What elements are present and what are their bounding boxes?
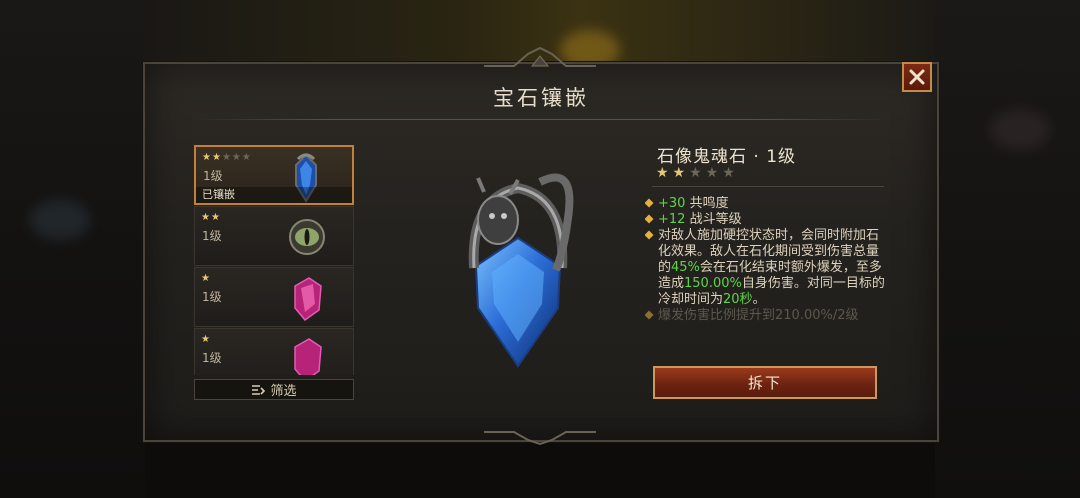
gem-star-rating: ★★★★★ [656,165,739,181]
green-eye-gem-icon [289,219,325,255]
diamond-bullet-icon [645,230,654,240]
gem-list[interactable]: ★★★★★ 1级 已镶嵌 ★★ 1级 ★ 1级 ★ 1级 [194,145,354,375]
pink-crystal-gem-icon [294,277,322,322]
gem-name: 石像鬼魂石 · 1级 [657,147,797,167]
close-button[interactable] [902,62,932,92]
panel-top-ornament [484,46,596,67]
effect-text: 150.00% [684,276,742,291]
effect-text: 共鸣度 [685,196,729,211]
effect-text: 爆发伤害比例提升到210.00%/2级 [658,308,859,323]
gem-effect-row: +12 战斗等级 [645,212,885,228]
effect-text: 战斗等级 [685,212,742,227]
gem-effect-row: +30 共鸣度 [645,196,885,212]
filter-icon [252,384,266,395]
background-glow [30,200,90,240]
gem-list-item[interactable]: ★★★★★ 1级 已镶嵌 [194,145,354,205]
effect-text: 45% [671,260,700,275]
gem-level: 1级 [203,169,223,183]
gem-effects-list[interactable]: +30 共鸣度 +12 战斗等级 对敌人施加硬控状态时，会同时附加石化效果。敌人在石… [645,196,885,346]
diamond-bullet-icon [645,310,654,320]
background-right [935,0,1080,498]
gem-effect-row: 爆发伤害比例提升到210.00%/2级 [645,308,885,324]
effect-text: +12 [658,212,686,227]
dialog-title: 宝石镶嵌 [493,86,589,110]
gem-stars: ★★★★★ [202,152,252,163]
gargoyle-soulstone-icon [468,173,574,368]
diamond-bullet-icon [645,198,654,208]
gem-list-item[interactable]: ★ 1级 [194,267,354,327]
filter-button[interactable]: 筛选 [194,379,354,400]
gem-level: 1级 [202,351,222,365]
gem-list-item[interactable]: ★ 1级 [194,328,354,375]
diamond-bullet-icon [645,214,654,224]
title-divider [196,119,886,120]
close-icon [909,69,925,85]
gem-level: 1级 [202,229,222,243]
gem-stars: ★★ [201,212,221,223]
pink-crystal-gem-icon [294,338,322,375]
inlaid-status: 已镶嵌 [196,187,352,203]
remove-gem-button[interactable]: 拆下 [653,366,877,399]
gem-list-item[interactable]: ★★ 1级 [194,206,354,266]
panel-bottom-ornament [484,431,596,446]
gem-level: 1级 [202,290,222,304]
background-left [0,0,145,498]
gem-stars: ★ [201,273,211,284]
info-divider [652,186,884,187]
effect-text: 20秒 [723,292,753,307]
background-glow [990,110,1050,150]
gem-stars: ★ [201,334,211,345]
effect-text: 。 [752,292,766,307]
gem-effect-row: 对敌人施加硬控状态时，会同时附加石化效果。敌人在石化期间受到伤害总量的45%会在… [645,228,885,308]
effect-text: +30 [658,196,686,211]
filter-label: 筛选 [270,384,297,399]
